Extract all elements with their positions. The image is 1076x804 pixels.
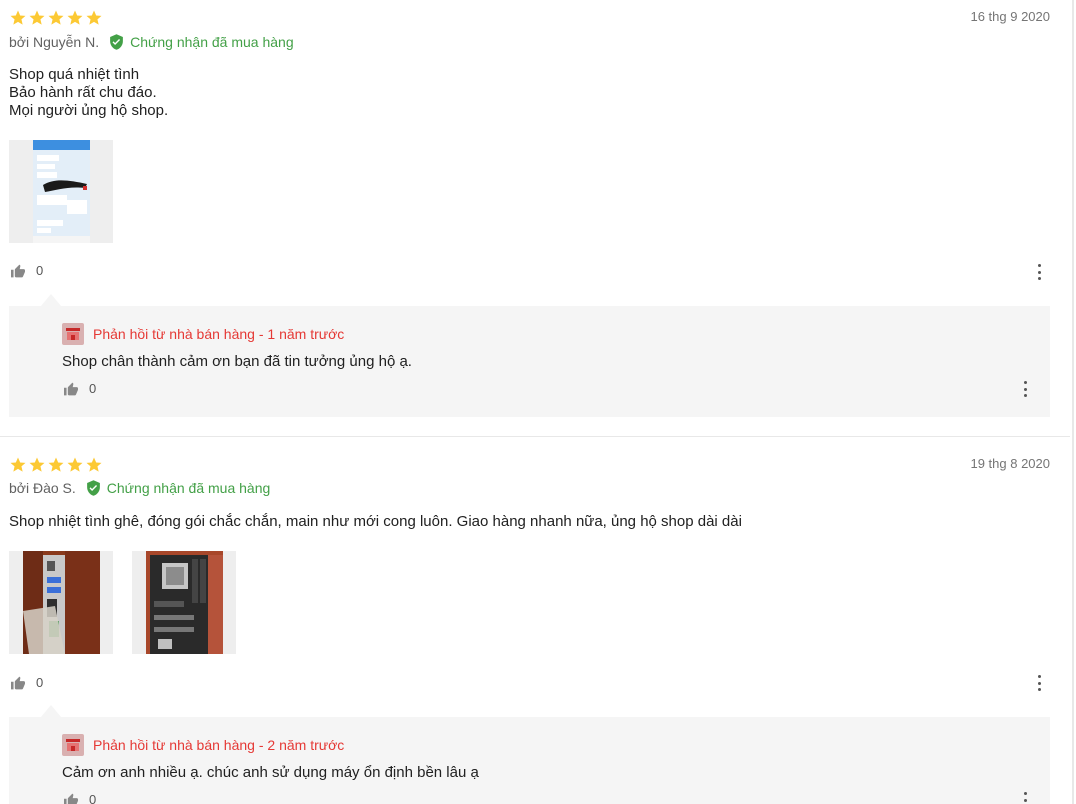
star-icon xyxy=(29,10,45,25)
verified-purchase-badge: Chứng nhận đã mua hàng xyxy=(108,33,294,51)
star-icon xyxy=(48,10,64,25)
thumbs-up-icon[interactable] xyxy=(63,793,79,804)
review-author: bởi Đào S. xyxy=(9,480,76,496)
shield-check-icon xyxy=(86,480,100,496)
review-author: bởi Nguyễn N. xyxy=(9,34,100,50)
review-like[interactable]: 0 xyxy=(10,675,43,690)
review-comment: Shop nhiệt tình ghê, đóng gói chắc chắn,… xyxy=(9,513,742,531)
reply-notch xyxy=(41,705,61,717)
review-photos xyxy=(9,140,309,243)
star-icon xyxy=(86,457,102,472)
reply-notch xyxy=(41,294,61,306)
seller-reply-header: Phản hồi từ nhà bán hàng - 1 năm trước xyxy=(62,323,344,345)
like-count: 0 xyxy=(89,381,97,396)
like-count: 0 xyxy=(36,675,44,690)
star-rating xyxy=(9,456,103,474)
seller-reply-like[interactable]: 0 xyxy=(63,381,96,396)
review-comment-line: Shop nhiệt tình ghê, đóng gói chắc chắn,… xyxy=(9,513,742,530)
review-byline: bởi Đào S. Chứng nhận đã mua hàng xyxy=(9,479,270,497)
star-icon xyxy=(10,457,26,472)
seller-reply: Phản hồi từ nhà bán hàng - 1 năm trước S… xyxy=(9,294,1050,417)
verified-purchase-badge: Chứng nhận đã mua hàng xyxy=(85,479,271,497)
review-card: 16 thg 9 2020 bởi Nguyễn N. Chứng nhận đ… xyxy=(0,0,1070,437)
thumbs-up-icon[interactable] xyxy=(63,382,79,396)
thumbs-up-icon[interactable] xyxy=(10,264,26,278)
seller-reply-like[interactable]: 0 xyxy=(63,792,96,804)
more-vertical-icon[interactable] xyxy=(1036,675,1042,691)
star-icon xyxy=(29,457,45,472)
review-photo-thumbnail[interactable] xyxy=(132,551,236,654)
star-icon xyxy=(67,457,83,472)
page-right-border xyxy=(1072,0,1074,804)
review-photo-thumbnail[interactable] xyxy=(9,551,113,654)
verified-purchase-label: Chứng nhận đã mua hàng xyxy=(130,34,294,50)
shop-icon xyxy=(62,323,84,345)
shop-icon xyxy=(62,734,84,756)
more-vertical-icon[interactable] xyxy=(1036,264,1042,280)
star-rating xyxy=(9,9,103,27)
seller-reply-text: Shop chân thành cảm ơn bạn đã tin tưởng … xyxy=(62,353,412,370)
review-card: 19 thg 8 2020 bởi Đào S. Chứng nhận đã m… xyxy=(0,437,1070,804)
star-icon xyxy=(67,10,83,25)
chat-screenshot-image xyxy=(9,140,113,243)
star-icon xyxy=(48,457,64,472)
review-photo-thumbnail[interactable] xyxy=(9,140,113,243)
more-vertical-icon[interactable] xyxy=(1022,792,1028,804)
review-like[interactable]: 0 xyxy=(10,263,43,278)
review-date: 19 thg 8 2020 xyxy=(970,456,1050,471)
motherboard-side-image xyxy=(9,551,113,654)
thumbs-up-icon[interactable] xyxy=(10,676,26,690)
star-icon xyxy=(10,10,26,25)
star-icon xyxy=(86,10,102,25)
like-count: 0 xyxy=(89,792,97,804)
review-comment-line: Shop quá nhiệt tình xyxy=(9,66,140,83)
review-comment: Shop quá nhiệt tình Bảo hành rất chu đáo… xyxy=(9,66,168,120)
seller-reply: Phản hồi từ nhà bán hàng - 2 năm trước C… xyxy=(9,705,1050,804)
seller-reply-title: Phản hồi từ nhà bán hàng - 1 năm trước xyxy=(93,326,345,342)
review-byline: bởi Nguyễn N. Chứng nhận đã mua hàng xyxy=(9,33,294,51)
verified-purchase-label: Chứng nhận đã mua hàng xyxy=(106,480,271,496)
review-comment-line: Bảo hành rất chu đáo. xyxy=(9,84,157,101)
seller-reply-header: Phản hồi từ nhà bán hàng - 2 năm trước xyxy=(62,734,344,756)
review-comment-line: Mọi người ủng hộ shop. xyxy=(9,102,169,119)
like-count: 0 xyxy=(36,263,44,278)
seller-reply-text: Cảm ơn anh nhiều ạ. chúc anh sử dụng máy… xyxy=(62,764,479,781)
shield-check-icon xyxy=(110,34,123,50)
more-vertical-icon[interactable] xyxy=(1022,381,1028,397)
seller-reply-title: Phản hồi từ nhà bán hàng - 2 năm trước xyxy=(93,737,345,753)
review-photos xyxy=(9,551,309,654)
review-date: 16 thg 9 2020 xyxy=(970,9,1050,24)
motherboard-top-image xyxy=(132,551,236,654)
